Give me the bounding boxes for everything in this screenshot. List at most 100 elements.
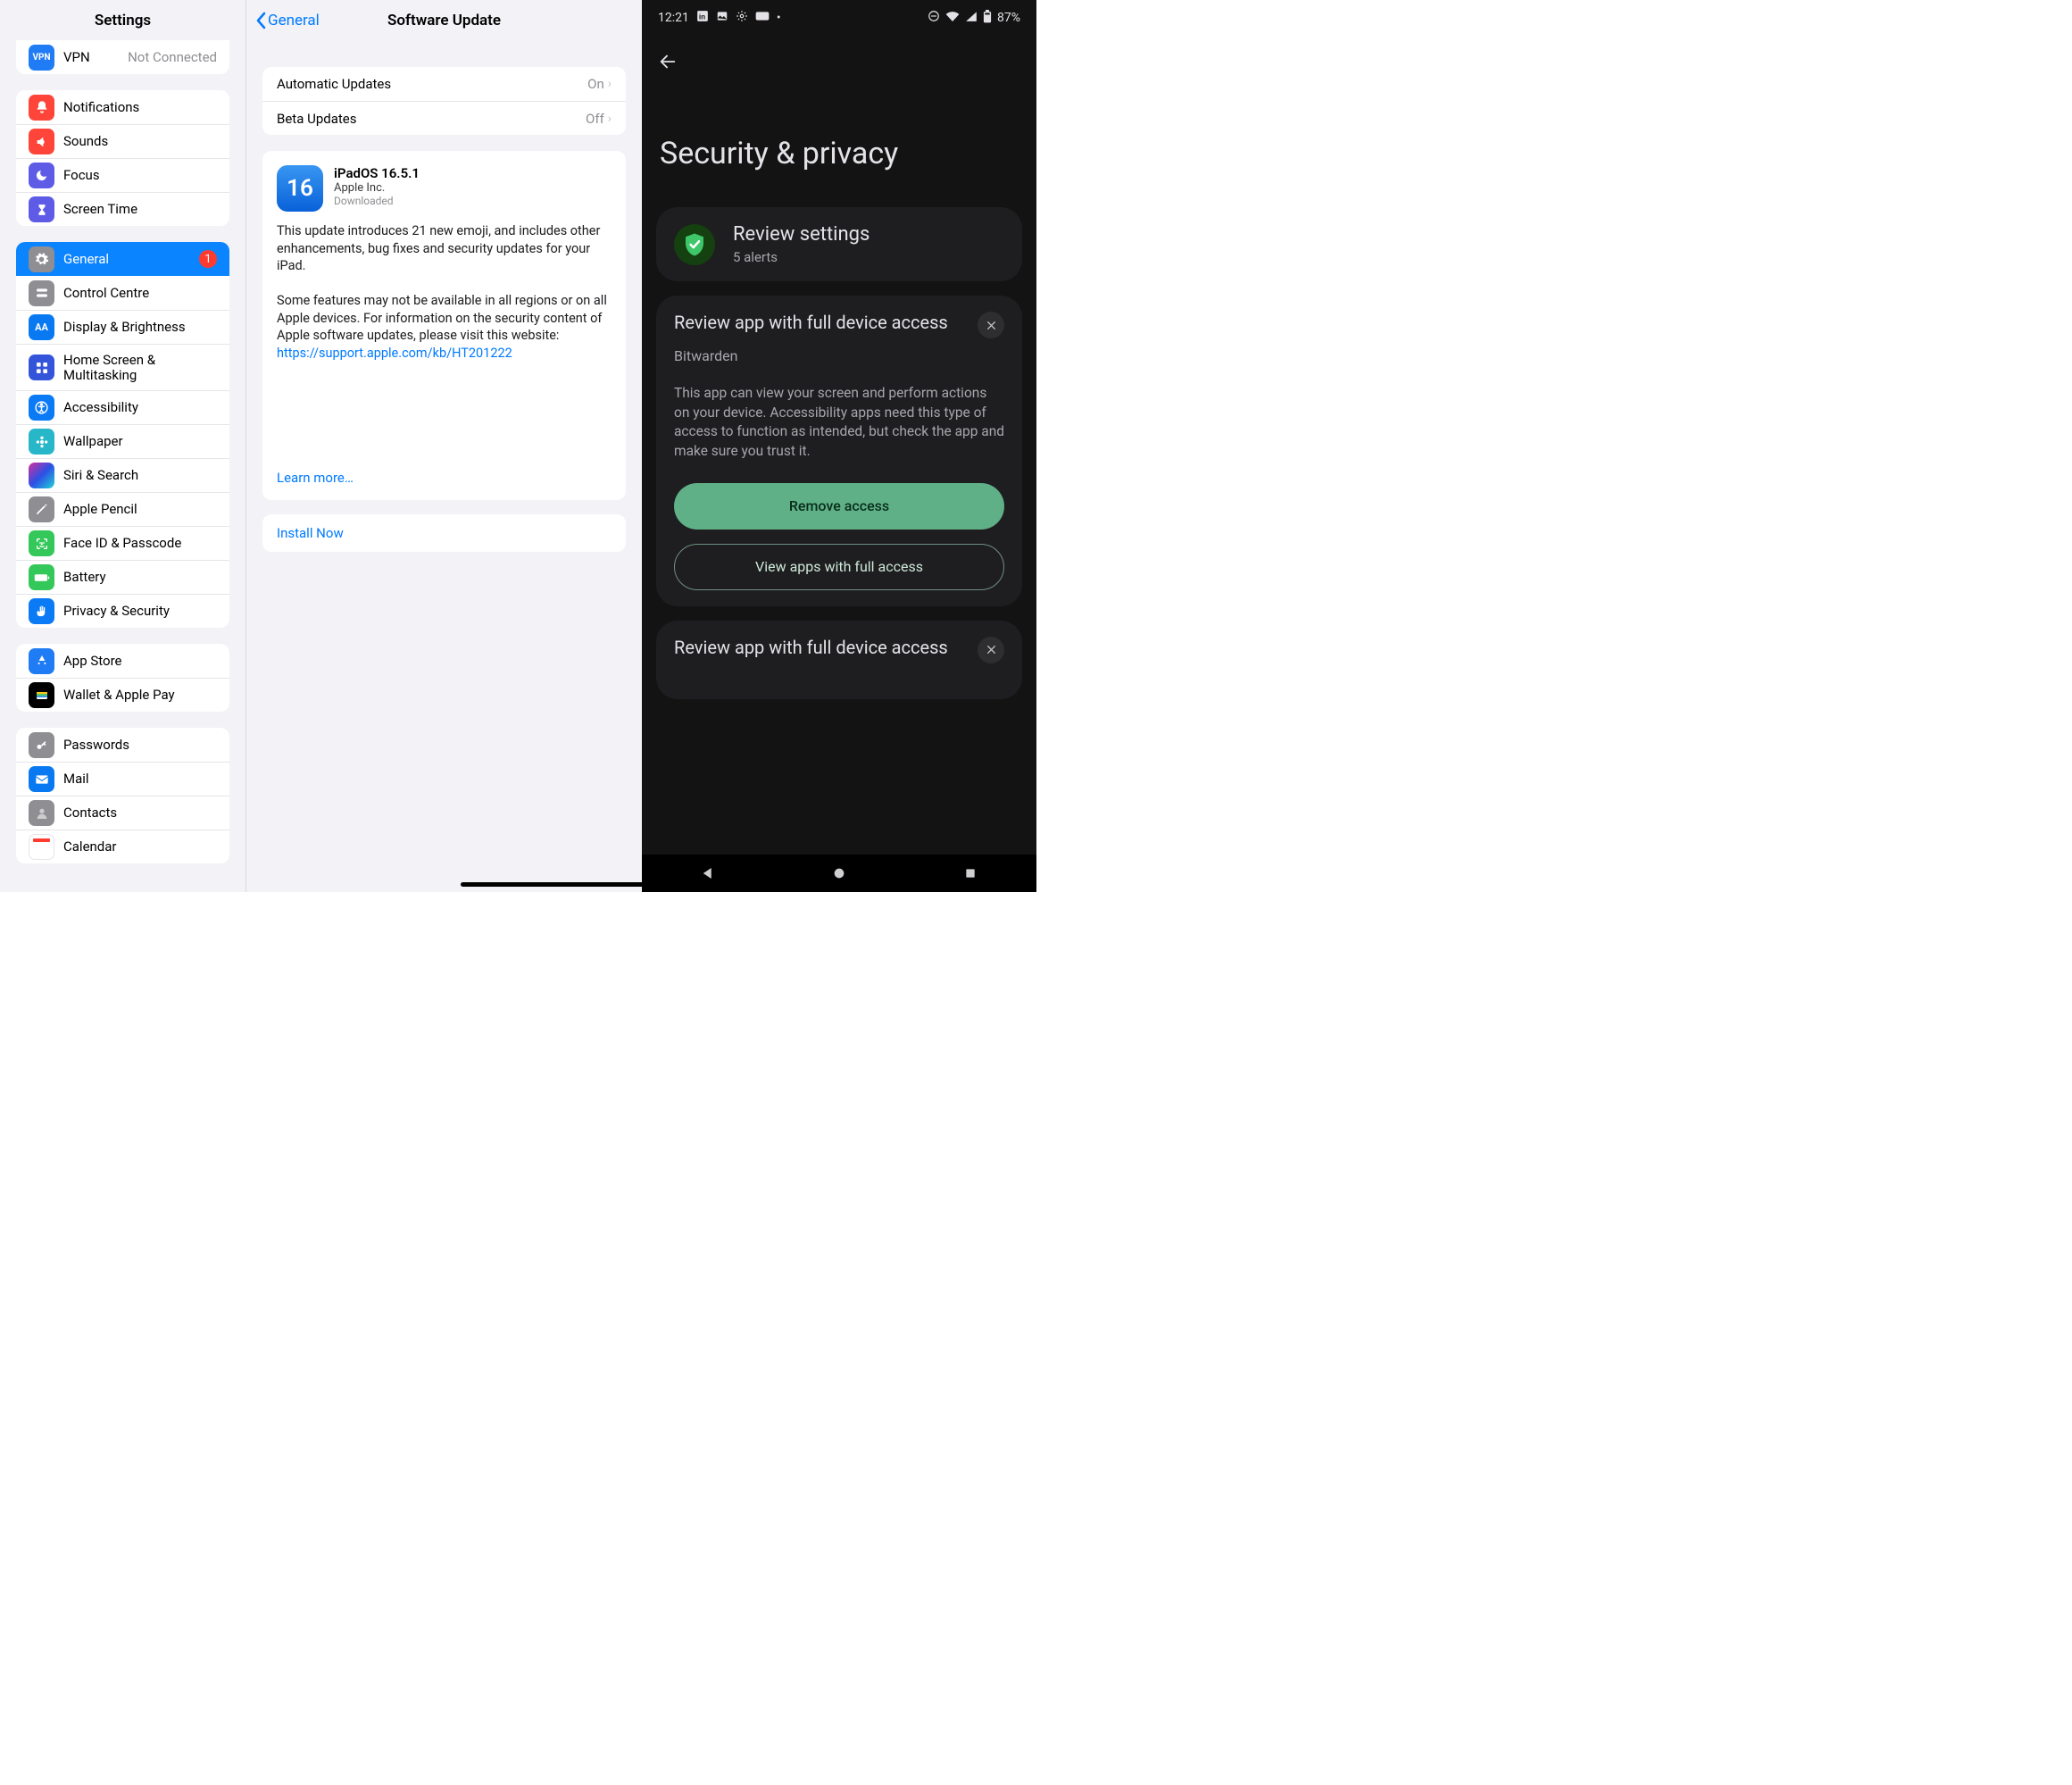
vpn-icon: VPN [29, 45, 54, 71]
sidebar-item-app-store[interactable]: App Store [16, 644, 229, 678]
update-security-link[interactable]: https://support.apple.com/kb/HT201222 [277, 346, 512, 361]
home-indicator [461, 882, 671, 887]
battery-icon [29, 564, 54, 590]
sidebar-item-contacts[interactable]: Contacts [16, 796, 229, 830]
card-body: This app can view your screen and perfor… [674, 384, 1004, 462]
os-version-icon: 16 [277, 165, 323, 212]
sidebar-item-general[interactable]: General 1 [16, 242, 229, 276]
chevron-right-icon: › [608, 112, 612, 126]
sidebar-item-notifications[interactable]: Notifications [16, 90, 229, 124]
chevron-right-icon: › [608, 77, 612, 91]
siri-icon [29, 463, 54, 488]
appstore-icon [29, 648, 54, 674]
pencil-icon [29, 496, 54, 522]
gear-notif-icon [736, 10, 748, 26]
sidebar-item-sounds[interactable]: Sounds [16, 124, 229, 158]
hand-icon [29, 598, 54, 624]
install-now-button[interactable]: Install Now [262, 514, 626, 552]
back-button[interactable] [642, 36, 1036, 82]
sidebar-item-display[interactable]: AA Display & Brightness [16, 310, 229, 344]
more-notif-dot: • [777, 11, 781, 25]
sidebar-item-home-screen[interactable]: Home Screen & Multitasking [16, 344, 229, 390]
shield-check-icon [674, 224, 715, 265]
view-apps-button[interactable]: View apps with full access [674, 544, 1004, 590]
wifi-icon [945, 11, 960, 25]
moon-icon [29, 163, 54, 188]
sidebar-item-battery[interactable]: Battery [16, 560, 229, 594]
nav-home-button[interactable] [821, 855, 857, 891]
nav-back-button[interactable] [690, 855, 726, 891]
sidebar-item-apple-pencil[interactable]: Apple Pencil [16, 492, 229, 526]
display-icon: AA [29, 314, 54, 340]
accessibility-icon [29, 395, 54, 421]
row-beta-updates[interactable]: Beta Updates Off › [262, 101, 626, 135]
faceid-icon [29, 530, 54, 556]
auto-updates-value: On [587, 76, 608, 92]
update-title: iPadOS 16.5.1 [334, 165, 420, 181]
sidebar-item-mail[interactable]: Mail [16, 762, 229, 796]
person-icon [29, 800, 54, 826]
svg-text:in: in [699, 13, 705, 21]
key-icon [29, 732, 54, 758]
sidebar-item-siri[interactable]: Siri & Search [16, 458, 229, 492]
gear-icon [29, 246, 54, 272]
nav-recents-button[interactable] [953, 855, 988, 891]
picture-icon [716, 10, 728, 26]
back-label: General [268, 12, 320, 29]
page-title: Security & privacy [642, 82, 1036, 207]
speaker-icon [29, 129, 54, 154]
back-button[interactable]: General [255, 0, 320, 40]
mail-icon [29, 766, 54, 792]
hourglass-icon [29, 196, 54, 222]
review-app-card: Review app with full device access Bitwa… [656, 296, 1022, 606]
sidebar-item-control-centre[interactable]: Control Centre [16, 276, 229, 310]
sidebar-item-passwords[interactable]: Passwords [16, 728, 229, 762]
update-vendor: Apple Inc. [334, 181, 420, 195]
remove-access-button[interactable]: Remove access [674, 483, 1004, 530]
battery-icon [983, 10, 992, 27]
card-title: Review app with full device access [674, 637, 978, 663]
detail-pane: General Software Update Automatic Update… [245, 0, 642, 892]
update-description-1: This update introduces 21 new emoji, and… [277, 222, 612, 275]
review-settings-card[interactable]: Review settings 5 alerts [656, 207, 1022, 281]
card-app-name: Bitwarden [674, 347, 1004, 364]
sidebar-item-focus[interactable]: Focus [16, 158, 229, 192]
status-bar: 12:21 in • 87% [642, 0, 1036, 36]
bell-icon [29, 95, 54, 121]
dismiss-button[interactable] [978, 637, 1004, 663]
dismiss-button[interactable] [978, 312, 1004, 338]
card-title: Review app with full device access [674, 312, 978, 338]
learn-more-link[interactable]: Learn more… [277, 470, 612, 486]
battery-percent: 87% [997, 11, 1020, 25]
sidebar-item-wallet[interactable]: Wallet & Apple Pay [16, 678, 229, 712]
vpn-label: VPN [63, 50, 119, 65]
sidebar-item-faceid[interactable]: Face ID & Passcode [16, 526, 229, 560]
settings-sidebar: Settings VPN VPN Not Connected Notificat… [0, 0, 245, 892]
android-screen: 12:21 in • 87% Security & privacy [642, 0, 1036, 892]
sidebar-item-calendar[interactable]: Calendar [16, 830, 229, 863]
vpn-status: Not Connected [128, 49, 217, 65]
toggles-icon [29, 280, 54, 306]
badge-notif-icon [755, 11, 770, 25]
sidebar-item-wallpaper[interactable]: Wallpaper [16, 424, 229, 458]
status-time: 12:21 [658, 11, 689, 25]
sidebar-item-vpn[interactable]: VPN VPN Not Connected [16, 40, 229, 74]
sidebar-item-screen-time[interactable]: Screen Time [16, 192, 229, 226]
sidebar-title: Settings [0, 0, 245, 40]
sidebar-item-accessibility[interactable]: Accessibility [16, 390, 229, 424]
dnd-icon [928, 10, 940, 26]
update-description-2: Some features may not be available in al… [277, 292, 612, 345]
grid-icon [29, 354, 54, 380]
row-automatic-updates[interactable]: Automatic Updates On › [262, 67, 626, 101]
general-badge: 1 [199, 250, 217, 268]
sidebar-item-privacy[interactable]: Privacy & Security [16, 594, 229, 628]
beta-updates-value: Off [586, 111, 608, 127]
update-state: Downloaded [334, 195, 420, 207]
update-card: 16 iPadOS 16.5.1 Apple Inc. Downloaded T… [262, 151, 626, 500]
calendar-icon [29, 834, 54, 860]
review-settings-subtitle: 5 alerts [733, 249, 870, 265]
review-settings-title: Review settings [733, 223, 870, 246]
flower-icon [29, 429, 54, 455]
signal-icon [965, 11, 978, 25]
linkedin-icon: in [696, 10, 709, 26]
